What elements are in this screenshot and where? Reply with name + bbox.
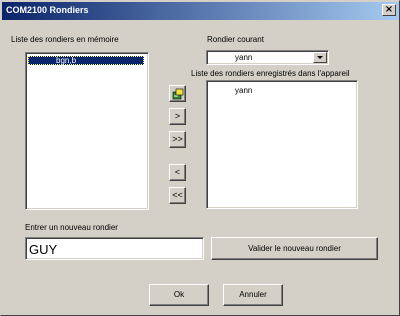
close-icon: ×: [384, 4, 394, 15]
current-rondier-label: Rondier courant: [207, 35, 264, 44]
dialog-window: COM2100 Rondiers × Liste des rondiers en…: [0, 0, 400, 316]
new-rondier-label: Entrer un nouveau rondier: [25, 223, 118, 232]
move-all-left-button[interactable]: <<: [169, 187, 186, 204]
validate-rondier-button[interactable]: Valider le nouveau rondier: [211, 237, 378, 260]
window-title: COM2100 Rondiers: [6, 5, 89, 15]
close-button[interactable]: ×: [382, 4, 396, 16]
title-bar[interactable]: COM2100 Rondiers ×: [2, 2, 399, 20]
memory-list[interactable]: bgn,b: [25, 52, 149, 210]
chevron-down-icon[interactable]: [313, 52, 327, 63]
new-rondier-value: GUY: [29, 242, 58, 257]
ok-button[interactable]: Ok: [149, 284, 209, 306]
transfer-to-device-button[interactable]: [169, 85, 186, 102]
cancel-button[interactable]: Annuler: [223, 284, 283, 306]
device-list-item[interactable]: yann: [235, 86, 252, 95]
move-all-right-button[interactable]: >>: [169, 131, 186, 148]
move-left-button[interactable]: <: [169, 164, 186, 181]
new-rondier-input[interactable]: GUY: [25, 237, 204, 260]
move-right-button[interactable]: >: [169, 108, 186, 125]
memory-list-label: Liste des rondiers en mémoire: [11, 35, 119, 44]
device-list[interactable]: yann: [206, 80, 358, 209]
memory-list-item[interactable]: bgn,b: [28, 56, 144, 65]
device-list-label: Liste des rondiers enregistrés dans l'ap…: [191, 69, 350, 78]
current-rondier-value: yann: [235, 53, 253, 62]
transfer-to-device-icon: [172, 88, 184, 100]
current-rondier-select[interactable]: yann: [206, 50, 329, 65]
